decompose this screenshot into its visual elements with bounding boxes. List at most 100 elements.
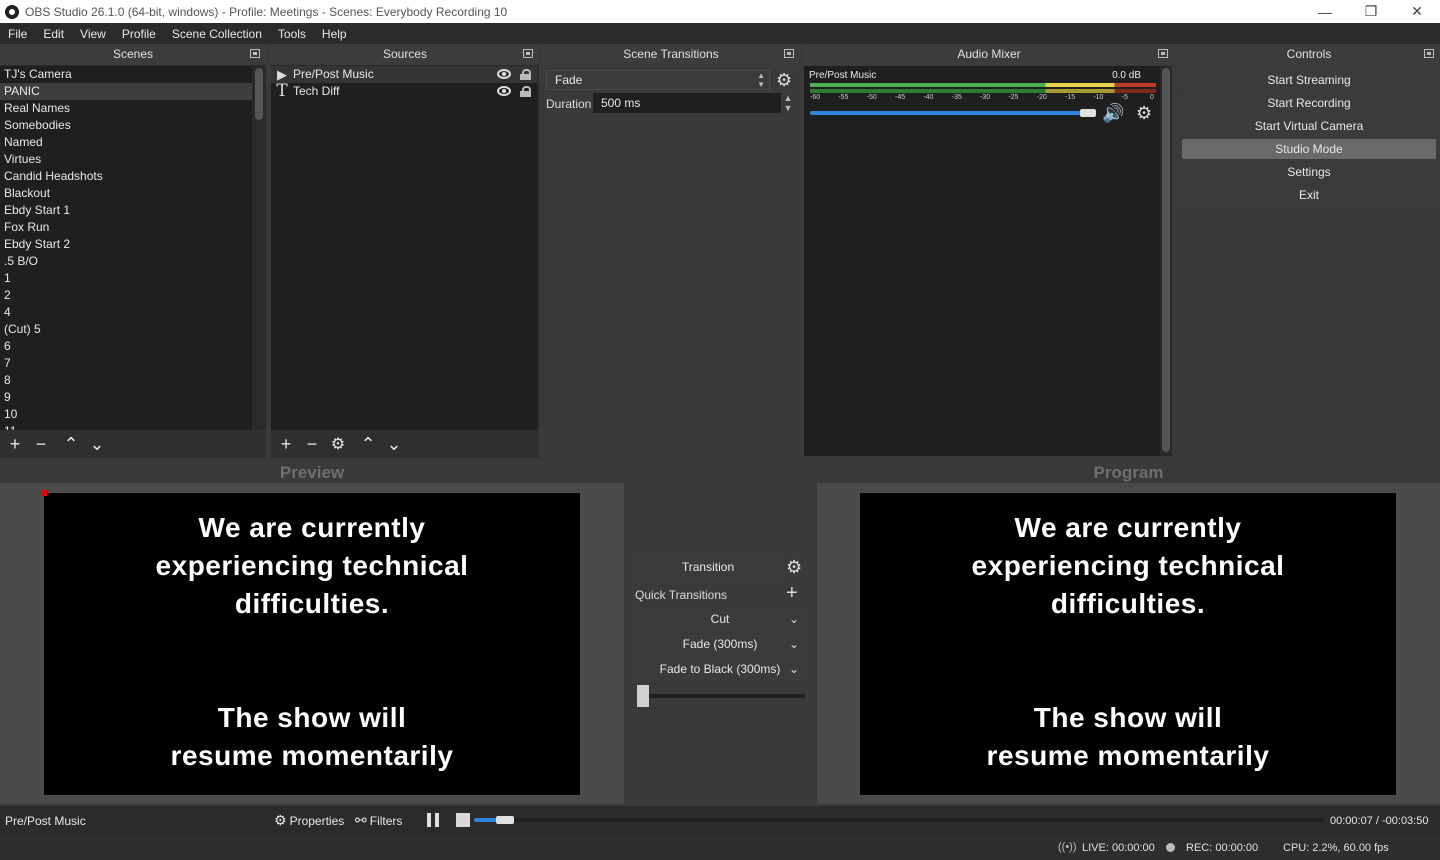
studio-transition-gear-icon[interactable]: ⚙: [786, 558, 802, 576]
undock-icon[interactable]: [523, 49, 533, 58]
add-quick-transition-icon[interactable]: +: [786, 583, 798, 603]
speaker-icon[interactable]: 🔊: [1102, 104, 1124, 122]
scene-item[interactable]: Ebdy Start 1: [0, 202, 252, 219]
meter-tick-label: -50: [866, 94, 877, 101]
minimize-button[interactable]: —: [1302, 0, 1348, 23]
move-source-up-button[interactable]: ⌃: [355, 432, 381, 456]
media-controls-bar: Pre/Post Music ⚙ Properties ⚯ Filters 00…: [0, 806, 1440, 836]
menu-scene-collection[interactable]: Scene Collection: [164, 27, 270, 41]
lock-icon[interactable]: [520, 86, 531, 97]
preview-display[interactable]: We are currently experiencing technical …: [44, 493, 580, 795]
eye-icon[interactable]: [497, 69, 511, 79]
audio-meter-left: [810, 83, 1156, 87]
remove-scene-button[interactable]: −: [28, 432, 54, 456]
properties-button[interactable]: ⚙ Properties: [274, 812, 344, 829]
transition-button[interactable]: Transition: [635, 557, 781, 578]
audio-meter-right: [810, 89, 1156, 93]
scene-item[interactable]: TJ's Camera: [0, 66, 252, 83]
scene-item[interactable]: Blackout: [0, 185, 252, 202]
scene-item[interactable]: PANIC: [0, 83, 252, 100]
scenes-scrollbar[interactable]: [253, 66, 265, 430]
duration-spinner[interactable]: ▲ ▼: [781, 93, 795, 113]
scene-item[interactable]: (Cut) 5: [0, 321, 252, 338]
move-scene-down-button[interactable]: ⌄: [84, 432, 110, 456]
media-seek-handle[interactable]: [495, 816, 514, 824]
slide-text-line2: The show will resume momentarily: [170, 702, 454, 771]
scene-item[interactable]: Real Names: [0, 100, 252, 117]
scene-item[interactable]: 10: [0, 406, 252, 423]
duration-input[interactable]: 500 ms: [593, 93, 781, 113]
scene-item[interactable]: 7: [0, 355, 252, 372]
scenes-list[interactable]: TJ's Camera PANIC Real Names Somebodies Name…: [0, 66, 252, 430]
pause-icon[interactable]: [426, 813, 440, 827]
quick-transition-fade-to-black[interactable]: Fade to Black (300ms) ⌄: [635, 659, 805, 680]
menu-edit[interactable]: Edit: [35, 27, 72, 41]
menu-view[interactable]: View: [72, 27, 114, 41]
chevron-down-icon[interactable]: ⌄: [789, 634, 799, 655]
scene-item[interactable]: Somebodies: [0, 117, 252, 134]
undock-icon[interactable]: [1158, 49, 1168, 58]
tbar-track[interactable]: [637, 694, 805, 698]
transition-select[interactable]: Fade ▲ ▼: [546, 70, 770, 90]
transitions-dock-title: Scene Transitions: [623, 47, 719, 61]
move-scene-up-button[interactable]: ⌃: [58, 432, 84, 456]
chevron-down-icon[interactable]: ⌄: [789, 659, 799, 680]
scene-item[interactable]: 1: [0, 270, 252, 287]
source-properties-gear-icon[interactable]: ⚙: [325, 432, 351, 456]
scene-item[interactable]: .5 B/O: [0, 253, 252, 270]
media-seek-track[interactable]: [474, 818, 1324, 822]
move-source-down-button[interactable]: ⌄: [381, 432, 407, 456]
start-recording-button[interactable]: Start Recording: [1182, 93, 1436, 113]
scene-item[interactable]: 4: [0, 304, 252, 321]
tbar-handle[interactable]: [637, 685, 649, 707]
scene-item[interactable]: 6: [0, 338, 252, 355]
volume-slider-handle[interactable]: [1080, 109, 1096, 117]
maximize-button[interactable]: ❐: [1348, 0, 1394, 23]
mixer-level-db: 0.0 dB: [1112, 70, 1141, 81]
stop-icon[interactable]: [456, 813, 470, 827]
scene-item[interactable]: Named: [0, 134, 252, 151]
menu-file[interactable]: File: [0, 27, 35, 41]
exit-button[interactable]: Exit: [1182, 185, 1436, 205]
slide-text-line1: We are currently experiencing technical …: [155, 512, 469, 619]
scene-item[interactable]: Candid Headshots: [0, 168, 252, 185]
meter-tick-label: -60: [810, 94, 821, 101]
menu-profile[interactable]: Profile: [114, 27, 164, 41]
chevron-down-icon[interactable]: ⌄: [789, 609, 799, 630]
transition-settings-gear-icon[interactable]: ⚙: [776, 71, 792, 89]
add-scene-button[interactable]: +: [2, 432, 28, 456]
close-button[interactable]: ✕: [1394, 0, 1440, 23]
settings-button[interactable]: Settings: [1182, 162, 1436, 182]
scene-item[interactable]: 11: [0, 423, 252, 430]
eye-icon[interactable]: [497, 86, 511, 96]
quick-transition-fade[interactable]: Fade (300ms) ⌄: [635, 634, 805, 655]
scene-item[interactable]: 2: [0, 287, 252, 304]
source-item[interactable]: ▶ Pre/Post Music: [271, 66, 537, 83]
studio-mode-button[interactable]: Studio Mode: [1182, 139, 1436, 159]
sources-list[interactable]: ▶ Pre/Post Music T Tech Diff: [271, 66, 537, 430]
quick-transition-cut[interactable]: Cut ⌄: [635, 609, 805, 630]
mixer-channel-gear-icon[interactable]: ⚙: [1136, 104, 1152, 122]
mixer-channels: Pre/Post Music 0.0 dB -60 -55 -50 -45 -40 -35…: [804, 66, 1160, 456]
scene-item[interactable]: Virtues: [0, 151, 252, 168]
mixer-scrollbar[interactable]: [1160, 66, 1172, 456]
start-virtual-camera-button[interactable]: Start Virtual Camera: [1182, 116, 1436, 136]
lock-icon[interactable]: [520, 69, 531, 80]
scene-item[interactable]: 8: [0, 372, 252, 389]
source-item[interactable]: T Tech Diff: [271, 83, 537, 100]
scene-item[interactable]: Ebdy Start 2: [0, 236, 252, 253]
scene-item[interactable]: Fox Run: [0, 219, 252, 236]
source-resize-handle[interactable]: [41, 490, 47, 496]
filters-button[interactable]: ⚯ Filters: [355, 812, 402, 829]
scene-item[interactable]: 9: [0, 389, 252, 406]
add-source-button[interactable]: +: [273, 432, 299, 456]
undock-icon[interactable]: [784, 49, 794, 58]
menu-help[interactable]: Help: [314, 27, 355, 41]
undock-icon[interactable]: [250, 49, 260, 58]
remove-source-button[interactable]: −: [299, 432, 325, 456]
preview-canvas-area[interactable]: We are currently experiencing technical …: [0, 483, 624, 804]
volume-slider[interactable]: [810, 111, 1092, 115]
undock-icon[interactable]: [1424, 49, 1434, 58]
menu-tools[interactable]: Tools: [270, 27, 314, 41]
start-streaming-button[interactable]: Start Streaming: [1182, 70, 1436, 90]
